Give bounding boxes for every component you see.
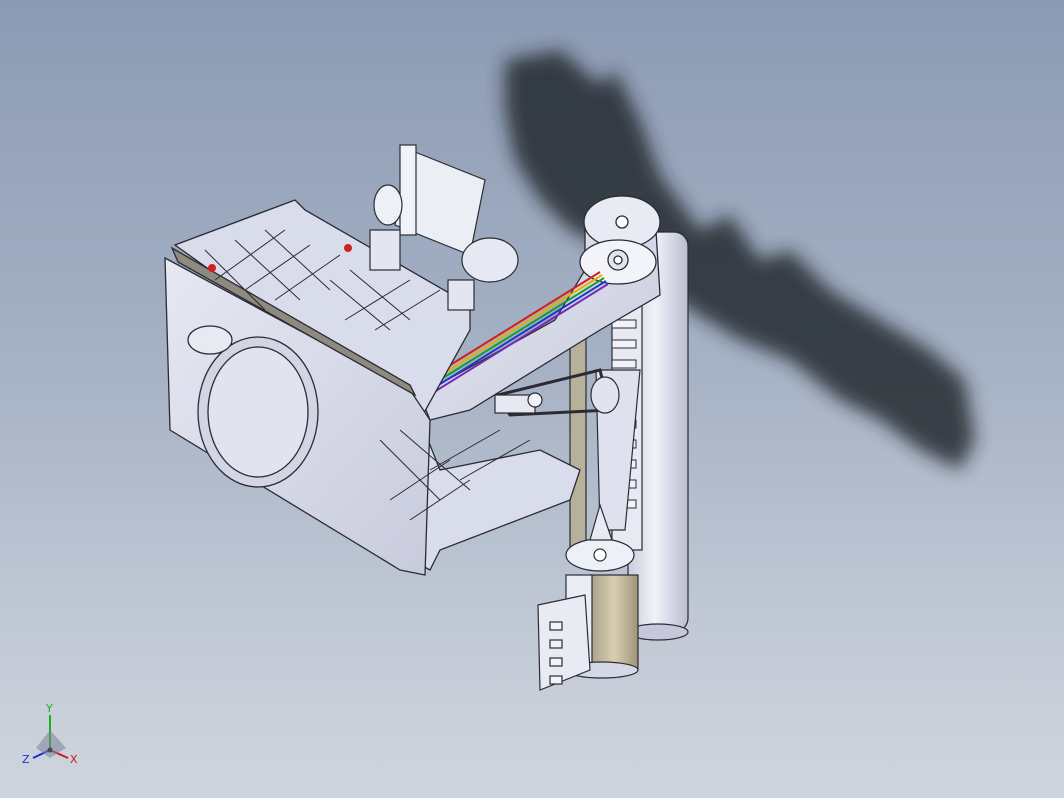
triad-y-label: Y [45,702,53,715]
triad-x-label: X [70,753,78,766]
cad-model-view[interactable] [0,0,1064,798]
orientation-triad[interactable]: Y X Z [18,700,88,772]
graphics-viewport[interactable]: Y X Z [0,0,1064,798]
triad-z-label: Z [22,753,30,766]
